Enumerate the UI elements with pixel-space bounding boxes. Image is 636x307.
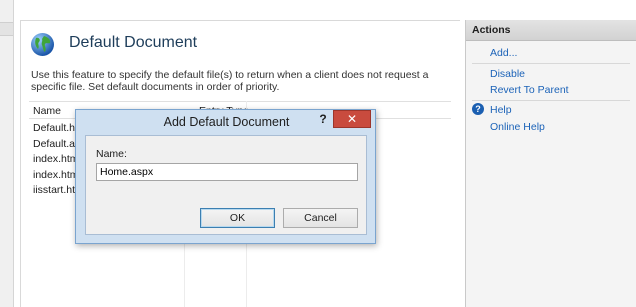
add-default-document-dialog: Add Default Document ? ✕ Name: OK Cancel	[75, 109, 376, 244]
name-input[interactable]	[96, 163, 358, 181]
dialog-title: Add Default Document	[163, 115, 290, 129]
actions-pane: Actions Add... Disable Revert To Parent …	[465, 20, 636, 307]
cancel-button[interactable]: Cancel	[283, 208, 358, 228]
help-action-link[interactable]: Help	[490, 104, 512, 116]
page-title: Default Document	[69, 34, 198, 51]
connections-pane	[0, 0, 14, 307]
name-label: Name:	[96, 148, 127, 160]
ok-button[interactable]: OK	[200, 208, 275, 228]
online-help-link[interactable]: Online Help	[490, 121, 545, 133]
action-divider	[472, 100, 630, 101]
column-header-name[interactable]: Name	[33, 105, 61, 117]
action-divider	[472, 63, 630, 64]
help-icon: ?	[472, 103, 484, 115]
actions-header: Actions	[466, 20, 636, 41]
tree-selected-node[interactable]	[0, 22, 13, 36]
disable-action-link[interactable]: Disable	[490, 68, 525, 80]
dialog-body: Name: OK Cancel	[85, 135, 367, 235]
dialog-help-button[interactable]: ?	[316, 112, 330, 128]
globe-icon	[31, 33, 54, 56]
add-action-link[interactable]: Add...	[490, 47, 517, 59]
revert-to-parent-link[interactable]: Revert To Parent	[490, 84, 569, 96]
close-icon[interactable]: ✕	[333, 110, 371, 128]
feature-description: Use this feature to specify the default …	[31, 69, 429, 93]
